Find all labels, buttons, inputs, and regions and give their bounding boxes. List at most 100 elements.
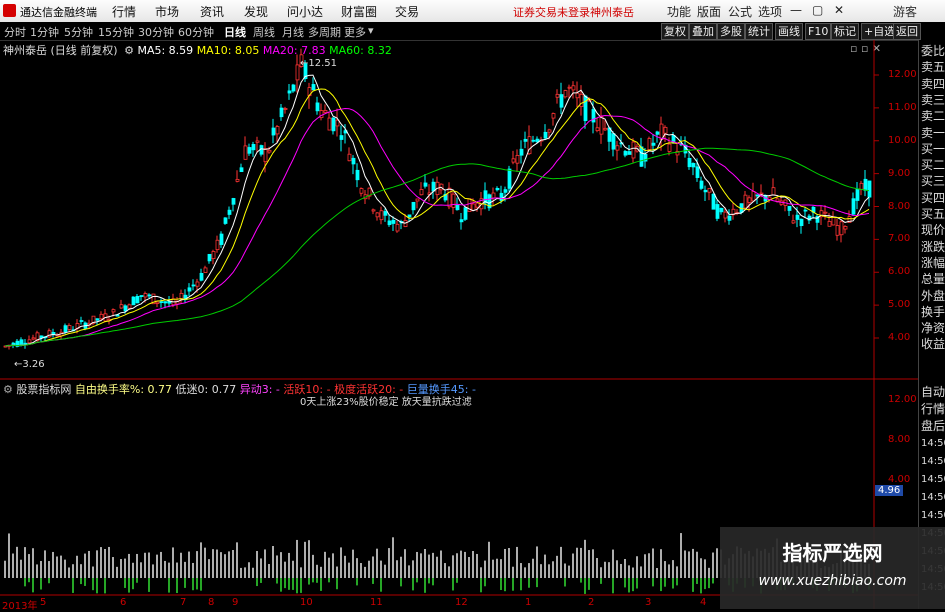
candle-body — [451, 193, 456, 208]
abnormal-value: 异动3: - — [239, 383, 280, 396]
candle-body — [391, 219, 396, 224]
candle-body — [559, 94, 564, 108]
menu-layout[interactable]: 版面 — [697, 3, 721, 20]
candle-body — [223, 217, 228, 224]
candle-body — [743, 194, 748, 209]
candle-body — [395, 223, 400, 232]
indicator-current-value: 4.96 — [875, 485, 904, 496]
menu-trade[interactable]: 交易 — [395, 3, 419, 20]
quote-field-label: 外盘 — [921, 288, 945, 303]
quote-field-label: 买四 — [921, 190, 945, 205]
candle-body — [535, 138, 540, 143]
candle-body — [687, 157, 692, 168]
free-turnover-value: 自由换手率%: 0.77 — [74, 383, 173, 396]
candle-body — [411, 201, 416, 211]
menu-function[interactable]: 功能 — [667, 3, 691, 20]
candle-body — [195, 281, 200, 287]
overlay-button[interactable]: 叠加 — [689, 23, 717, 40]
period-tab-1min[interactable]: 1分钟 — [30, 24, 59, 40]
period-tab-monthly[interactable]: 月线 — [282, 24, 304, 40]
candle-body — [463, 207, 468, 220]
candle-body — [199, 272, 204, 281]
candle-body — [235, 178, 240, 182]
quote-mode-item[interactable]: 自动 — [921, 385, 945, 399]
candle-body — [867, 180, 872, 198]
candle-body — [711, 193, 716, 210]
candle-body — [31, 337, 36, 340]
candle-body — [459, 219, 464, 223]
candle-body — [799, 218, 804, 227]
low-price-label: ←3.26 — [14, 359, 45, 370]
candle-body — [747, 197, 752, 203]
minimize-icon[interactable]: — — [790, 3, 802, 17]
candle-body — [491, 192, 496, 199]
menu-quotes[interactable]: 行情 — [112, 3, 136, 20]
candle-body — [67, 325, 72, 330]
candle-body — [207, 253, 212, 262]
kline-chart[interactable] — [0, 40, 918, 609]
quote-mode-item[interactable]: 盘后 — [921, 419, 945, 433]
menu-market[interactable]: 市场 — [155, 3, 179, 20]
candle-body — [447, 187, 452, 208]
candle-body — [551, 113, 556, 119]
candle-body — [859, 182, 864, 190]
multi-stock-button[interactable]: 多股 — [717, 23, 745, 40]
period-tab-30min[interactable]: 30分钟 — [138, 24, 174, 40]
candle-body — [431, 181, 436, 192]
period-tab-daily[interactable]: 日线 — [224, 24, 246, 40]
month-label: 6 — [120, 597, 127, 608]
candle-body — [211, 251, 216, 260]
restore-icon[interactable]: ▢ — [812, 3, 823, 17]
menu-discover[interactable]: 发现 — [244, 3, 268, 20]
ma5-line — [4, 74, 870, 347]
period-tab-more[interactable]: 更多 — [344, 24, 366, 40]
login-status[interactable]: 证券交易未登录 — [513, 4, 590, 20]
candle-body — [351, 157, 356, 165]
period-tab-60min[interactable]: 60分钟 — [178, 24, 214, 40]
quote-mode-item[interactable]: 行情 — [921, 402, 945, 416]
tick-time: 14:50 — [921, 456, 945, 467]
back-button[interactable]: 返回 — [893, 23, 921, 40]
indicator-name[interactable]: 股票指标网 — [16, 383, 71, 396]
indicator-settings-icon[interactable]: ⚙ — [3, 383, 13, 396]
menu-fortune[interactable]: 财富圈 — [341, 3, 377, 20]
draw-line-button[interactable]: 画线 — [775, 23, 803, 40]
candle-body — [267, 149, 272, 153]
period-tab-5min[interactable]: 5分钟 — [64, 24, 93, 40]
candle-body — [507, 168, 512, 189]
statistics-button[interactable]: 统计 — [745, 23, 773, 40]
quote-field-label: 买一 — [921, 141, 945, 156]
indicator-tick-label: 4.00 — [888, 474, 911, 485]
candle-body — [19, 339, 24, 345]
menu-news[interactable]: 资讯 — [200, 3, 224, 20]
close-icon[interactable]: ✕ — [834, 3, 844, 17]
candle-body — [139, 295, 144, 297]
app-logo-icon — [3, 4, 16, 17]
menu-ask[interactable]: 问小达 — [287, 3, 323, 20]
period-tab-weekly[interactable]: 周线 — [253, 24, 275, 40]
guest-user[interactable]: 游客 — [893, 3, 917, 20]
candle-body — [179, 292, 184, 300]
month-label: 8 — [208, 597, 215, 608]
price-tick-label: 6.00 — [888, 266, 911, 278]
candle-body — [275, 126, 280, 135]
adjust-button[interactable]: 复权 — [661, 23, 689, 40]
period-tab-multi[interactable]: 多周期 — [308, 24, 341, 40]
mark-button[interactable]: 标记 — [831, 23, 859, 40]
chevron-down-icon[interactable]: ▾ — [368, 24, 374, 37]
period-tab-15min[interactable]: 15分钟 — [98, 24, 134, 40]
candle-body — [855, 188, 860, 201]
current-stock-link[interactable]: 神州泰岳 — [590, 4, 634, 20]
candle-body — [755, 194, 760, 197]
period-tab-time[interactable]: 分时 — [4, 24, 26, 40]
candle-body — [791, 220, 796, 224]
candle-body — [135, 296, 140, 304]
month-label: 1 — [525, 597, 532, 608]
year-label: 2013年 — [2, 601, 38, 612]
candle-body — [719, 207, 724, 213]
candle-body — [803, 209, 808, 212]
f10-button[interactable]: F10 — [805, 23, 832, 40]
candle-body — [51, 332, 56, 335]
menu-options[interactable]: 选项 — [758, 3, 782, 20]
menu-formula[interactable]: 公式 — [728, 3, 752, 20]
